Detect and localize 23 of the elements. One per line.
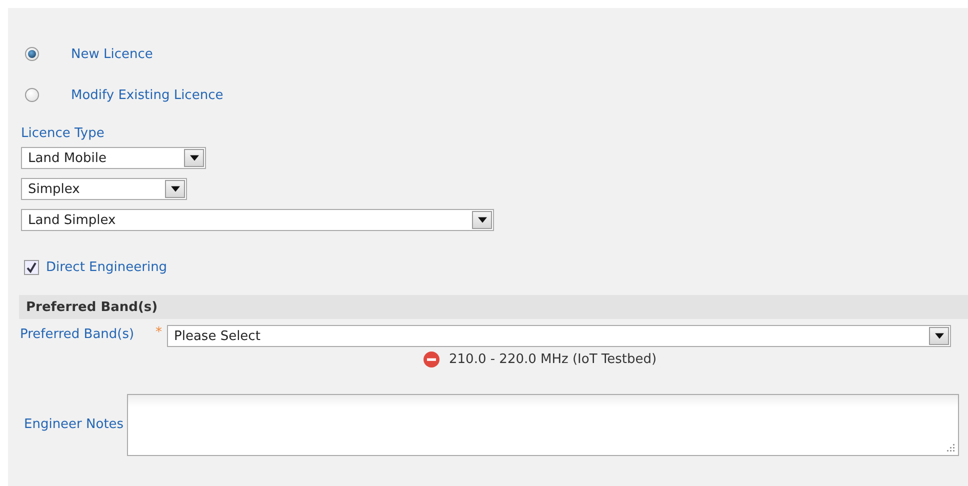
dropdown[interactable]: Land Simplex <box>21 209 494 231</box>
dropdown[interactable]: Simplex <box>21 178 187 200</box>
remove-icon[interactable] <box>423 351 440 368</box>
radio-button[interactable] <box>25 47 39 61</box>
field-label: Licence Type <box>21 126 106 141</box>
caret-icon <box>165 180 185 198</box>
radio-button[interactable] <box>25 88 39 102</box>
field-label: Engineer Notes <box>23 416 125 434</box>
radio-label: Modify Existing Licence <box>71 88 224 102</box>
checkbox-label: Direct Engineering <box>46 260 168 275</box>
band-label: 210.0 - 220.0 MHz (IoT Testbed) <box>449 352 657 367</box>
caret-icon <box>184 149 204 167</box>
section-header: Preferred Band(s) <box>19 295 968 319</box>
checkbox[interactable] <box>24 260 39 275</box>
required-mark: * <box>156 325 162 340</box>
field-label: Preferred Band(s) <box>20 326 136 344</box>
resize-grip-icon[interactable] <box>947 444 955 452</box>
caret-icon <box>929 327 949 345</box>
dropdown[interactable]: Land Mobile <box>21 147 206 169</box>
caret-icon <box>472 211 492 229</box>
dropdown[interactable]: Please Select <box>167 325 951 347</box>
radio-label: New Licence <box>71 46 153 62</box>
notes-field[interactable] <box>127 394 959 456</box>
